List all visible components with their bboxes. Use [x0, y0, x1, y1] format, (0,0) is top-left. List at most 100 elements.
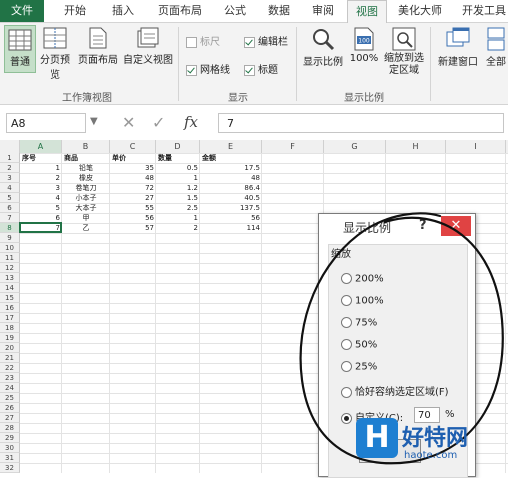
table-cell[interactable]: 1 [20, 163, 62, 173]
table-cell[interactable]: 137.5 [200, 203, 262, 213]
tab-developer[interactable]: 开发工具 [456, 0, 508, 22]
table-cell[interactable]: 17.5 [200, 163, 262, 173]
table-cell[interactable]: 55 [110, 203, 156, 213]
table-header-cell[interactable]: 金额 [200, 153, 262, 163]
column-header-e[interactable]: E [200, 140, 262, 153]
table-cell[interactable]: 2 [156, 223, 200, 233]
name-box[interactable]: A8 [6, 113, 86, 133]
column-header-a[interactable]: A [20, 140, 62, 153]
column-header-d[interactable]: D [156, 140, 200, 153]
table-cell[interactable]: 56 [200, 213, 262, 223]
table-cell[interactable]: 大本子 [62, 203, 110, 213]
tab-formulas[interactable]: 公式 [216, 0, 254, 22]
table-cell[interactable]: 57 [110, 223, 156, 233]
zoom-button[interactable]: 显示比例 [300, 27, 346, 68]
table-cell[interactable]: 114 [200, 223, 262, 233]
table-cell[interactable]: 2 [20, 173, 62, 183]
formula-input[interactable]: 7 [218, 113, 504, 133]
row-header-30[interactable]: 30 [0, 443, 20, 453]
table-header-cell[interactable]: 商品 [62, 153, 110, 163]
select-all-corner[interactable] [0, 140, 20, 153]
row-header-10[interactable]: 10 [0, 243, 20, 253]
row-header-32[interactable]: 32 [0, 463, 20, 473]
row-header-14[interactable]: 14 [0, 283, 20, 293]
headings-checkbox[interactable]: 标题 [244, 61, 278, 76]
row-header-9[interactable]: 9 [0, 233, 20, 243]
table-cell[interactable]: 27 [110, 193, 156, 203]
table-cell[interactable]: 86.4 [200, 183, 262, 193]
insert-function-icon[interactable]: fx [184, 113, 198, 131]
row-header-18[interactable]: 18 [0, 323, 20, 333]
tab-view[interactable]: 视图 [347, 0, 387, 24]
table-cell[interactable]: 2.5 [156, 203, 200, 213]
column-header-c[interactable]: C [110, 140, 156, 153]
row-header-28[interactable]: 28 [0, 423, 20, 433]
table-cell[interactable]: 卷笔刀 [62, 183, 110, 193]
table-cell[interactable]: 56 [110, 213, 156, 223]
table-cell[interactable]: 4 [20, 193, 62, 203]
row-header-23[interactable]: 23 [0, 373, 20, 383]
row-header-1[interactable]: 1 [0, 153, 20, 163]
enter-icon[interactable]: ✓ [152, 113, 165, 132]
new-window-button[interactable]: 新建窗口 [434, 27, 482, 68]
column-header-b[interactable]: B [62, 140, 110, 153]
row-header-2[interactable]: 2 [0, 163, 20, 173]
row-header-22[interactable]: 22 [0, 363, 20, 373]
name-box-dropdown-icon[interactable]: ▼ [90, 116, 98, 127]
row-header-3[interactable]: 3 [0, 173, 20, 183]
row-header-6[interactable]: 6 [0, 203, 20, 213]
row-header-26[interactable]: 26 [0, 403, 20, 413]
table-cell[interactable]: 乙 [62, 223, 110, 233]
row-header-11[interactable]: 11 [0, 253, 20, 263]
table-cell[interactable]: 3 [20, 183, 62, 193]
row-header-4[interactable]: 4 [0, 183, 20, 193]
row-header-15[interactable]: 15 [0, 293, 20, 303]
table-header-cell[interactable]: 数量 [156, 153, 200, 163]
table-cell[interactable]: 橡皮 [62, 173, 110, 183]
table-cell[interactable]: 48 [200, 173, 262, 183]
table-cell[interactable]: 72 [110, 183, 156, 193]
page-break-preview-button[interactable]: 分页预览 [40, 27, 70, 81]
table-cell[interactable]: 1.2 [156, 183, 200, 193]
row-header-7[interactable]: 7 [0, 213, 20, 223]
table-cell[interactable]: 40.5 [200, 193, 262, 203]
zoom-to-selection-button[interactable]: 缩放到选定区域 [382, 27, 426, 77]
table-cell[interactable]: 1 [156, 173, 200, 183]
row-header-17[interactable]: 17 [0, 313, 20, 323]
zoom-100-button[interactable]: 100 100% [348, 27, 380, 64]
tab-beautify[interactable]: 美化大师 [392, 0, 448, 22]
tab-file[interactable]: 文件 [0, 0, 44, 22]
row-header-12[interactable]: 12 [0, 263, 20, 273]
page-layout-view-button[interactable]: 页面布局 [76, 27, 120, 66]
table-cell[interactable]: 48 [110, 173, 156, 183]
ruler-checkbox[interactable]: 标尺 [186, 33, 220, 48]
table-cell[interactable]: 铅笔 [62, 163, 110, 173]
table-cell[interactable]: 1 [156, 213, 200, 223]
row-header-25[interactable]: 25 [0, 393, 20, 403]
cancel-icon[interactable]: ✕ [122, 113, 135, 132]
row-header-8[interactable]: 8 [0, 223, 20, 233]
column-header-g[interactable]: G [324, 140, 386, 153]
column-header-h[interactable]: H [386, 140, 446, 153]
tab-home[interactable]: 开始 [54, 0, 96, 22]
row-header-5[interactable]: 5 [0, 193, 20, 203]
table-cell[interactable]: 甲 [62, 213, 110, 223]
formula-bar-checkbox[interactable]: 编辑栏 [244, 33, 288, 48]
table-header-cell[interactable]: 序号 [20, 153, 62, 163]
row-header-29[interactable]: 29 [0, 433, 20, 443]
table-header-cell[interactable]: 单价 [110, 153, 156, 163]
tab-review[interactable]: 审阅 [304, 0, 342, 22]
normal-view-button[interactable]: 普通 [4, 25, 36, 73]
tab-insert[interactable]: 插入 [102, 0, 144, 22]
row-header-13[interactable]: 13 [0, 273, 20, 283]
table-cell[interactable]: 5 [20, 203, 62, 213]
tab-data[interactable]: 数据 [260, 0, 298, 22]
row-header-19[interactable]: 19 [0, 333, 20, 343]
table-cell[interactable]: 1.5 [156, 193, 200, 203]
row-header-16[interactable]: 16 [0, 303, 20, 313]
table-cell[interactable]: 小本子 [62, 193, 110, 203]
tab-page-layout[interactable]: 页面布局 [150, 0, 210, 22]
row-header-21[interactable]: 21 [0, 353, 20, 363]
table-cell[interactable]: 0.5 [156, 163, 200, 173]
row-header-27[interactable]: 27 [0, 413, 20, 423]
